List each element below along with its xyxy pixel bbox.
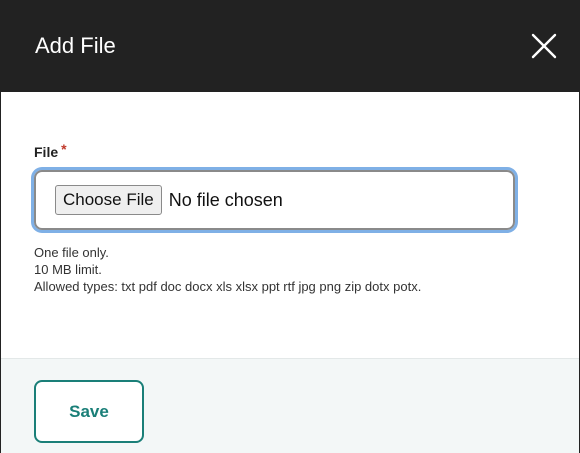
dialog-titlebar: Add File: [1, 0, 579, 92]
dialog-title: Add File: [35, 33, 116, 58]
help-line-size: 10 MB limit.: [34, 262, 102, 277]
file-chosen-status: No file chosen: [168, 189, 283, 210]
help-line-count: One file only.: [34, 245, 109, 260]
help-line-types: Allowed types: txt pdf doc docx xls xlsx…: [34, 279, 422, 294]
file-label-text: File: [34, 144, 59, 160]
required-marker: *: [61, 141, 67, 157]
file-field-label: File *: [34, 141, 67, 160]
dialog-body: File * Choose File No file chosen One fil…: [1, 92, 579, 358]
file-help-text: One file only. 10 MB limit. Allowed type…: [34, 244, 421, 295]
choose-file-button[interactable]: Choose File: [55, 185, 162, 215]
save-button[interactable]: Save: [34, 380, 144, 443]
close-icon[interactable]: [531, 33, 557, 59]
dialog-footer: Save: [1, 358, 579, 453]
add-file-dialog: Add File File * Choose File No file chose…: [0, 0, 580, 453]
file-input[interactable]: Choose File No file chosen: [34, 170, 515, 230]
